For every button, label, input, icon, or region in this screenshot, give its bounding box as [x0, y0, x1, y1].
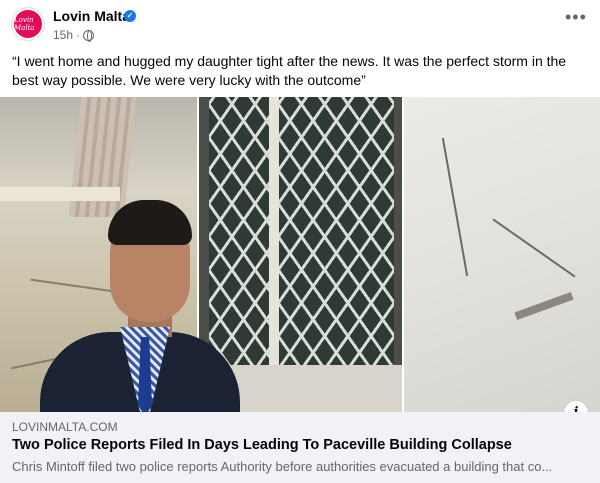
- link-title[interactable]: Two Police Reports Filed In Days Leading…: [12, 437, 512, 453]
- post-caption: “I went home and hugged my daughter tigh…: [12, 53, 567, 88]
- page-logo: Lovin Malta: [14, 16, 35, 32]
- hair: [108, 200, 192, 245]
- page-avatar[interactable]: Lovin Malta: [12, 8, 44, 40]
- verified-badge-icon: ✓: [124, 10, 136, 22]
- meta-separator: ·: [76, 28, 81, 42]
- link-domain: LOVINMALTA.COM: [12, 420, 118, 434]
- post-image[interactable]: [0, 97, 600, 422]
- man-portrait: [40, 192, 240, 422]
- link-preview[interactable]: LOVINMALTA.COM Two Police Reports Filed …: [0, 412, 600, 483]
- page-name-link[interactable]: Lovin Malta: [53, 8, 130, 24]
- window-mullion: [269, 97, 279, 387]
- wall-crack: [492, 218, 576, 278]
- globe-icon: [83, 29, 95, 42]
- link-description: Chris Mintoff filed two police reports A…: [12, 459, 553, 474]
- wall-crack: [514, 291, 574, 321]
- cracked-wall-image: [404, 97, 600, 412]
- post-timestamp[interactable]: 15h: [53, 28, 73, 42]
- wall-crack: [441, 137, 469, 277]
- more-options-icon[interactable]: •••: [565, 8, 587, 26]
- facebook-post: Lovin Malta Lovin Malta ✓ 15h · ••• “I w…: [0, 0, 600, 483]
- post-meta: 15h ·: [53, 28, 95, 42]
